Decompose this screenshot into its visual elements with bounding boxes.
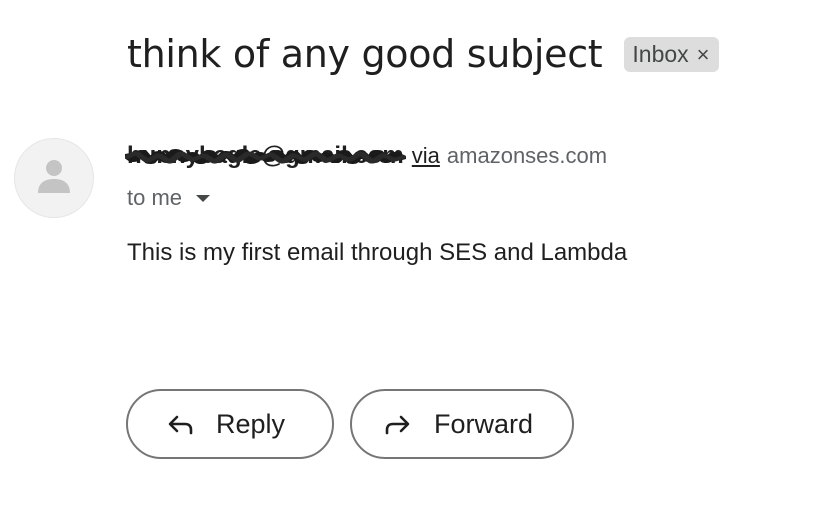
recipient-details-toggle[interactable]: to me	[127, 184, 211, 212]
sender-row: hunnybagle@gmail.com via amazonses.com	[125, 142, 608, 170]
inbox-label-chip[interactable]: Inbox ×	[624, 36, 719, 72]
label-chip-text: Inbox	[632, 40, 689, 67]
forward-arrow-icon	[385, 415, 410, 435]
reply-button[interactable]: Reply	[126, 389, 334, 459]
reply-arrow-icon	[168, 415, 193, 435]
forward-button[interactable]: Forward	[350, 389, 574, 459]
sender-avatar[interactable]	[14, 138, 94, 218]
remove-label-icon[interactable]: ×	[697, 37, 710, 72]
person-icon	[38, 160, 70, 193]
email-subject: think of any good subject	[127, 32, 603, 76]
recipient-text: to me	[127, 185, 183, 210]
chevron-down-icon[interactable]	[196, 194, 211, 202]
email-body: This is my first email through SES and L…	[127, 239, 628, 266]
reply-button-label: Reply	[216, 408, 286, 439]
sender-email-text: hunnybagle@gmail.com	[127, 142, 404, 169]
via-link[interactable]: via	[412, 143, 440, 169]
via-domain: amazonses.com	[446, 143, 608, 168]
sender-email[interactable]: hunnybagle@gmail.com	[125, 142, 406, 170]
forward-button-label: Forward	[434, 408, 534, 439]
subject-header: think of any good subject Inbox ×	[127, 28, 719, 80]
